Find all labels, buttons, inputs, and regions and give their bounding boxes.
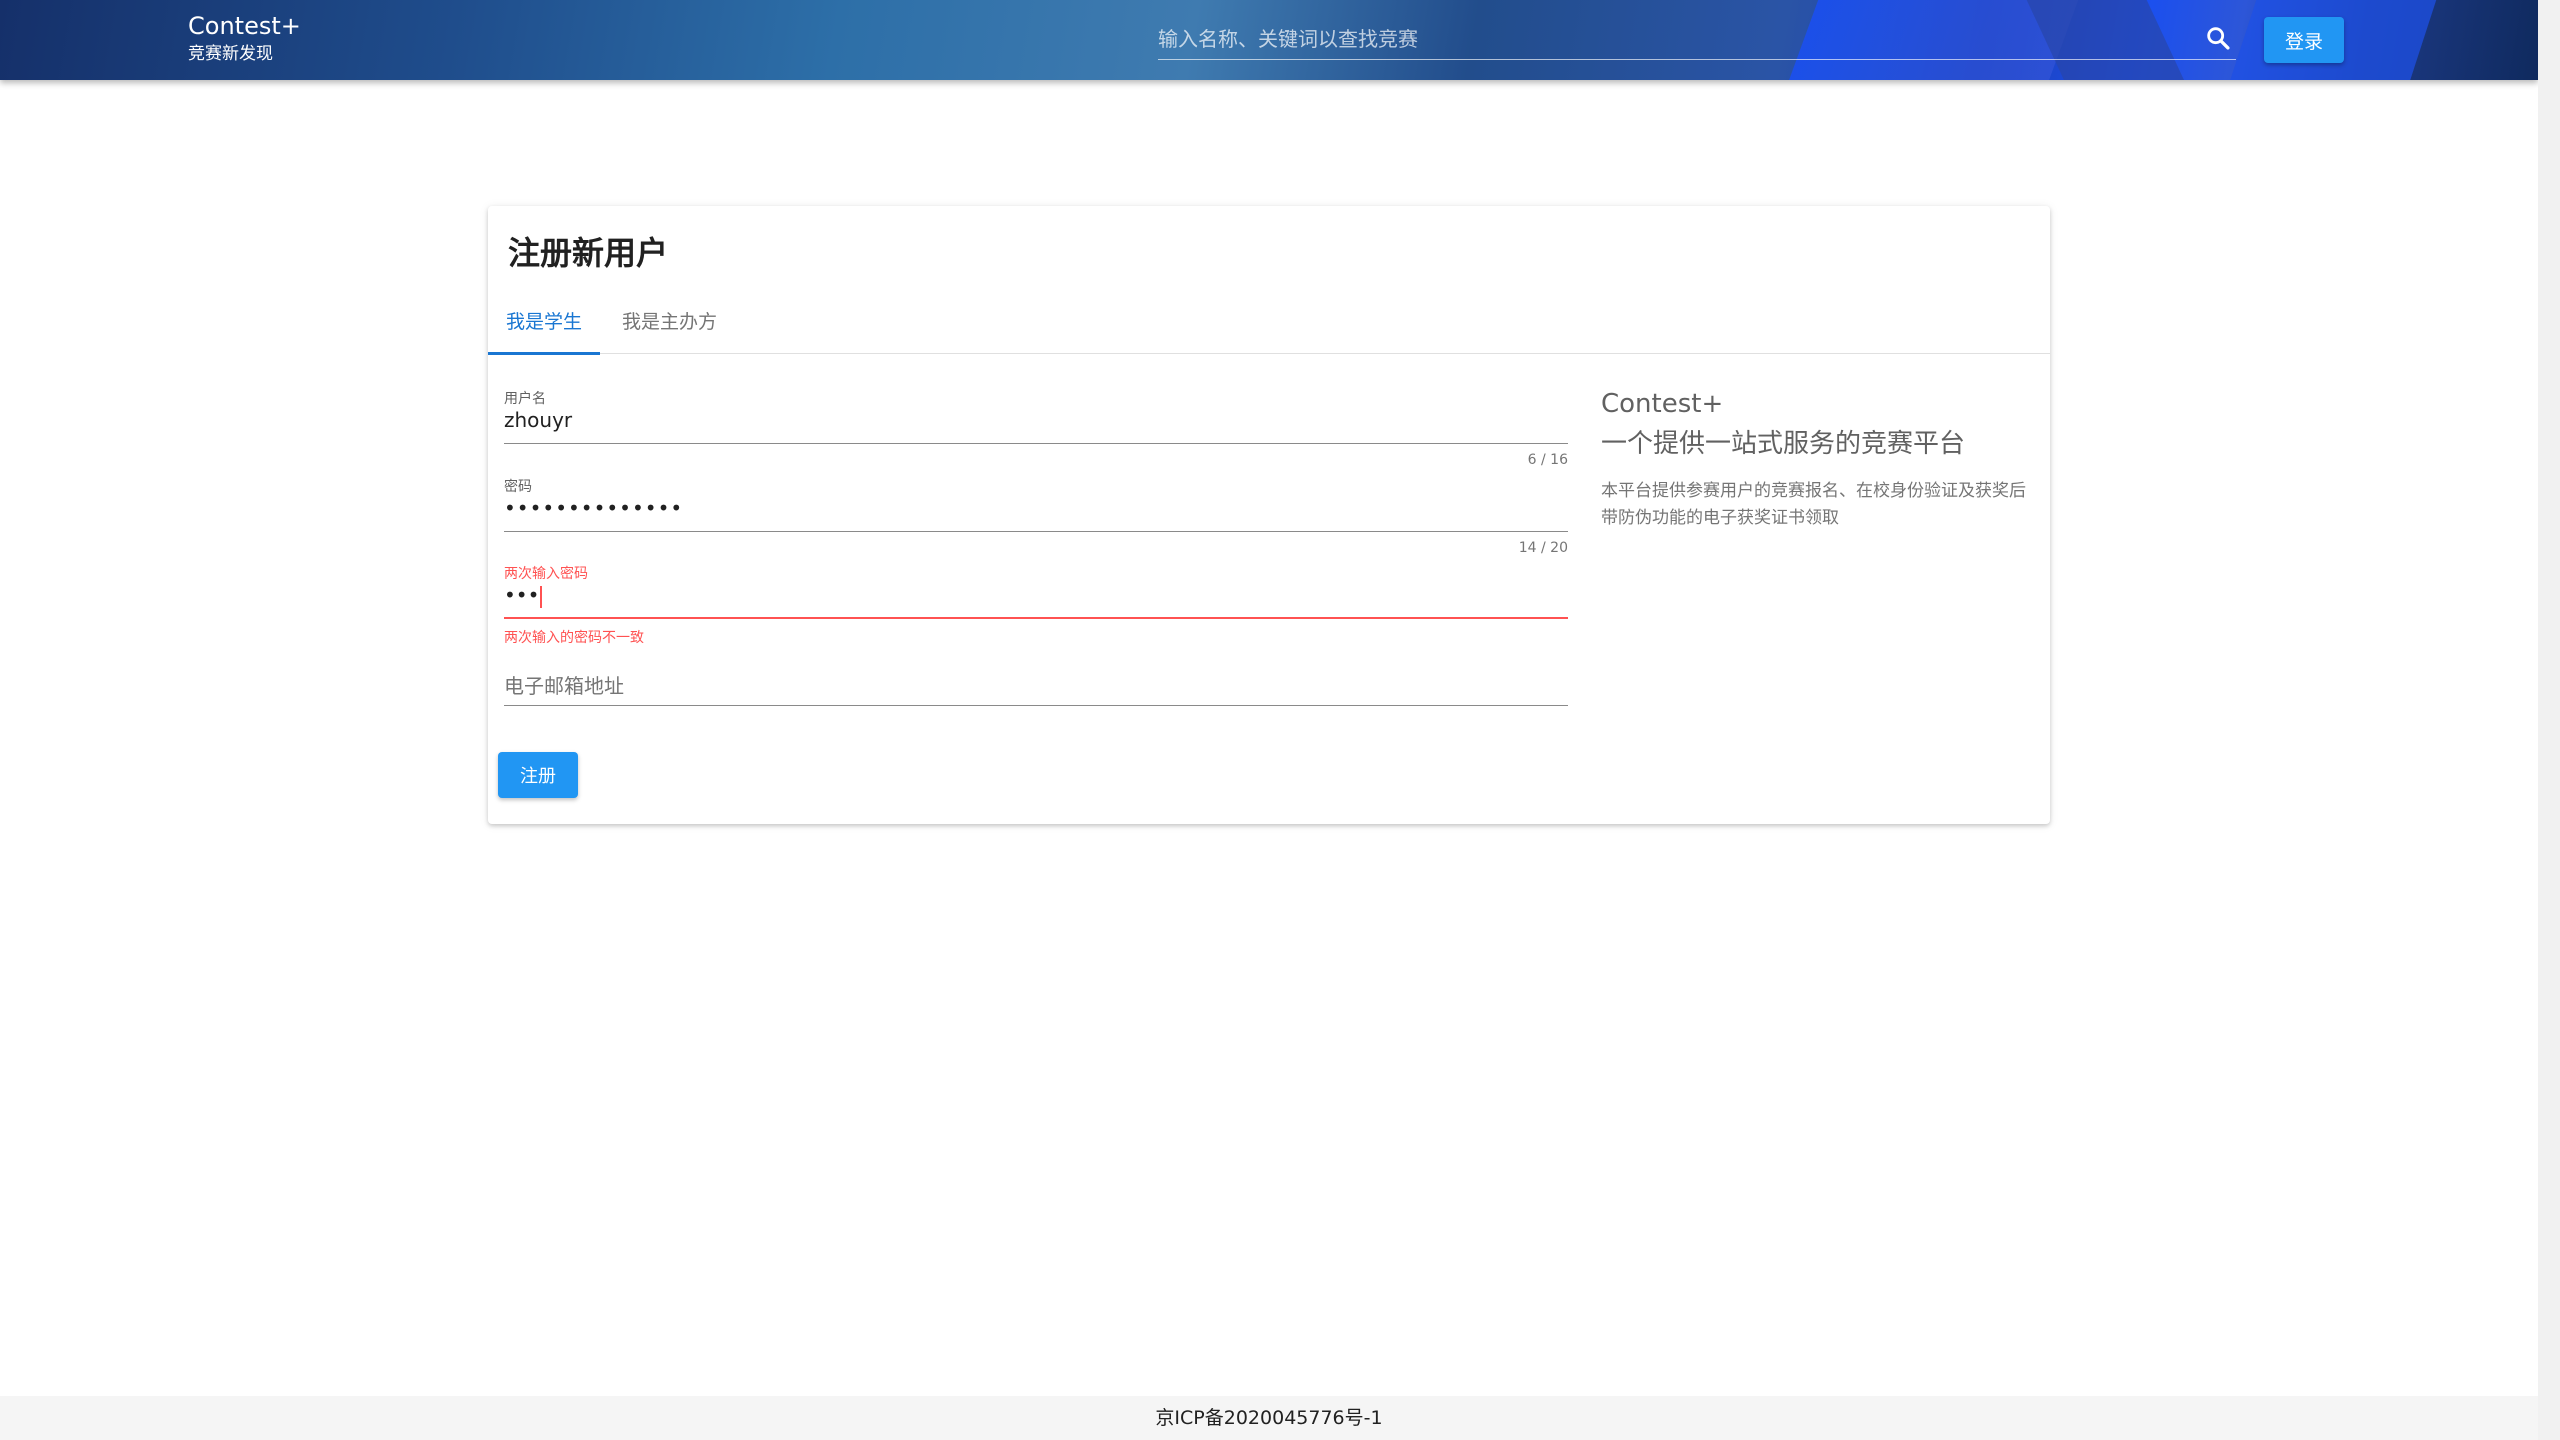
info-description: 本平台提供参赛用户的竞赛报名、在校身份验证及获奖后带防伪功能的电子获奖证书领取 [1601, 481, 2026, 528]
tab-student[interactable]: 我是学生 [488, 290, 601, 355]
info-title: Contest+ [1601, 389, 1724, 419]
brand-subtitle: 竞赛新发现 [188, 44, 273, 64]
password-counter: 14 / 20 [1518, 540, 1568, 556]
footer: 京ICP备2020045776号-1 [0, 1396, 2538, 1440]
brand[interactable]: Contest+ 竞赛新发现 [188, 10, 301, 66]
email-placeholder: 电子邮箱地址 [504, 674, 624, 698]
page-title: 注册新用户 [508, 234, 669, 272]
confirm-password-field[interactable]: 两次输入密码 ••• 两次输入的密码不一致 [504, 557, 1568, 649]
platform-info: Contest+ 一个提供一站式服务的竞赛平台 本平台提供参赛用户的竞赛报名、在… [1601, 384, 2041, 532]
password-label: 密码 [504, 479, 532, 495]
scrollbar[interactable] [2538, 0, 2560, 1440]
confirm-password-label: 两次输入密码 [504, 566, 588, 582]
email-field[interactable]: 电子邮箱地址 [504, 662, 1568, 726]
brand-title: Contest+ [188, 12, 301, 40]
app-bar: Contest+ 竞赛新发现 登录 [0, 0, 2538, 80]
info-subtitle: 一个提供一站式服务的竞赛平台 [1601, 429, 1966, 459]
search-input[interactable] [1158, 22, 2178, 56]
tab-organizer[interactable]: 我是主办方 [604, 290, 735, 354]
search-bar [1158, 18, 2236, 60]
username-underline [504, 443, 1568, 444]
confirm-password-error: 两次输入的密码不一致 [504, 630, 644, 646]
register-card: 注册新用户 我是学生 我是主办方 用户名 zhouyr 6 / 16 密码 ••… [488, 206, 2050, 824]
confirm-password-value: ••• [504, 583, 540, 607]
username-value[interactable]: zhouyr [504, 408, 572, 432]
text-caret [540, 585, 543, 608]
username-label: 用户名 [504, 391, 546, 407]
password-underline [504, 531, 1568, 532]
confirm-password-input[interactable]: ••• [504, 583, 543, 608]
username-field[interactable]: 用户名 zhouyr 6 / 16 [504, 382, 1568, 474]
password-field[interactable]: 密码 •••••••••••••• 14 / 20 [504, 470, 1568, 562]
icp-link[interactable]: 京ICP备2020045776号-1 [1155, 1407, 1382, 1429]
register-button[interactable]: 注册 [498, 752, 578, 798]
password-value[interactable]: •••••••••••••• [504, 496, 683, 520]
email-underline [504, 705, 1568, 706]
role-tabs: 我是学生 我是主办方 [488, 290, 2050, 355]
confirm-password-underline [504, 617, 1568, 619]
username-counter: 6 / 16 [1527, 452, 1568, 468]
search-icon[interactable] [2204, 24, 2232, 52]
login-button[interactable]: 登录 [2264, 17, 2344, 63]
